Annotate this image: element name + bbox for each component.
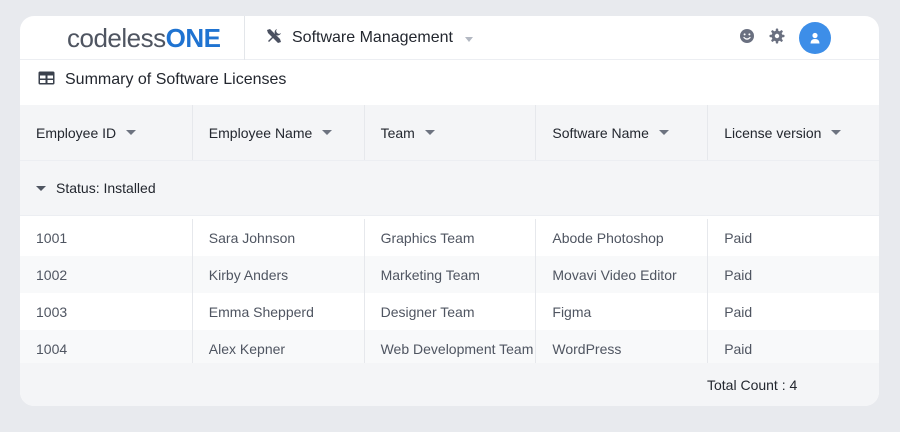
column-header-employee-name[interactable]: Employee Name (191, 105, 364, 160)
cell-license-version: Paid (707, 330, 879, 367)
column-header-employee-id[interactable]: Employee ID (20, 105, 192, 160)
logo-text-part2: ONE (165, 23, 221, 53)
cell-software-name: Figma (535, 293, 707, 330)
logo-text-part1: codeless (67, 23, 166, 53)
sort-caret-icon[interactable] (126, 130, 137, 135)
table-row[interactable]: 1004 Alex Kepner Web Development Team Wo… (20, 330, 879, 367)
column-header-software-name[interactable]: Software Name (535, 105, 707, 160)
cell-license-version: Paid (707, 256, 879, 293)
cell-software-name: Movavi Video Editor (535, 256, 707, 293)
licenses-table: Employee ID Employee Name Team Software … (20, 105, 879, 367)
cell-employee-id: 1001 (36, 229, 68, 246)
app-title: Software Management (292, 29, 453, 46)
cell-employee-name: Sara Johnson (191, 219, 364, 256)
column-header-team[interactable]: Team (363, 105, 536, 160)
app-switcher[interactable]: Software Management (264, 25, 473, 51)
cell-software-name: Abode Photoshop (535, 219, 707, 256)
cell-team: Graphics Team (363, 219, 536, 256)
top-bar: codelessONE Software Management (20, 16, 879, 60)
cell-license-version: Paid (707, 293, 879, 330)
user-icon (810, 32, 820, 44)
cell-employee-name: Emma Shepperd (191, 293, 364, 330)
sort-caret-icon[interactable] (831, 130, 842, 135)
tools-icon (264, 26, 284, 51)
table-row[interactable]: 1002 Kirby Anders Marketing Team Movavi … (20, 256, 879, 293)
avatar[interactable] (799, 22, 831, 54)
app-window: codelessONE Software Management Summary … (20, 16, 879, 406)
logo[interactable]: codelessONE (67, 23, 221, 53)
table-header-row: Employee ID Employee Name Team Software … (20, 105, 879, 160)
table-row[interactable]: 1003 Emma Shepperd Designer Team Figma P… (20, 293, 879, 330)
cell-employee-name: Alex Kepner (191, 330, 364, 367)
sort-caret-icon[interactable] (424, 130, 435, 135)
section-title: Summary of Software Licenses (65, 71, 287, 88)
sort-caret-icon[interactable] (322, 130, 333, 135)
column-header-license-version[interactable]: License version (707, 105, 879, 160)
collapse-caret-icon[interactable] (36, 185, 46, 191)
table-footer: Total Count : 4 (20, 363, 879, 406)
cell-team: Marketing Team (363, 256, 536, 293)
cell-software-name: WordPress (535, 330, 707, 367)
chevron-down-icon (464, 36, 473, 42)
table-icon (38, 71, 55, 90)
table-row[interactable]: 1001 Sara Johnson Graphics Team Abode Ph… (20, 216, 879, 256)
cell-employee-id: 1003 (36, 303, 68, 320)
total-count: Total Count : 4 (707, 377, 798, 393)
cell-team: Designer Team (363, 293, 536, 330)
smiley-icon[interactable] (739, 28, 755, 49)
cell-employee-name: Kirby Anders (191, 256, 364, 293)
header-divider (244, 16, 245, 60)
header-actions (739, 22, 831, 54)
section-header: Summary of Software Licenses (38, 68, 286, 92)
sort-caret-icon[interactable] (658, 130, 669, 135)
group-row-installed[interactable]: Status: Installed (20, 160, 879, 216)
gear-icon[interactable] (769, 28, 785, 49)
cell-employee-id: 1002 (36, 266, 68, 283)
cell-team: Web Development Team (363, 330, 536, 367)
group-label: Status: Installed (56, 180, 156, 196)
cell-employee-id: 1004 (36, 340, 68, 357)
cell-license-version: Paid (707, 219, 879, 256)
